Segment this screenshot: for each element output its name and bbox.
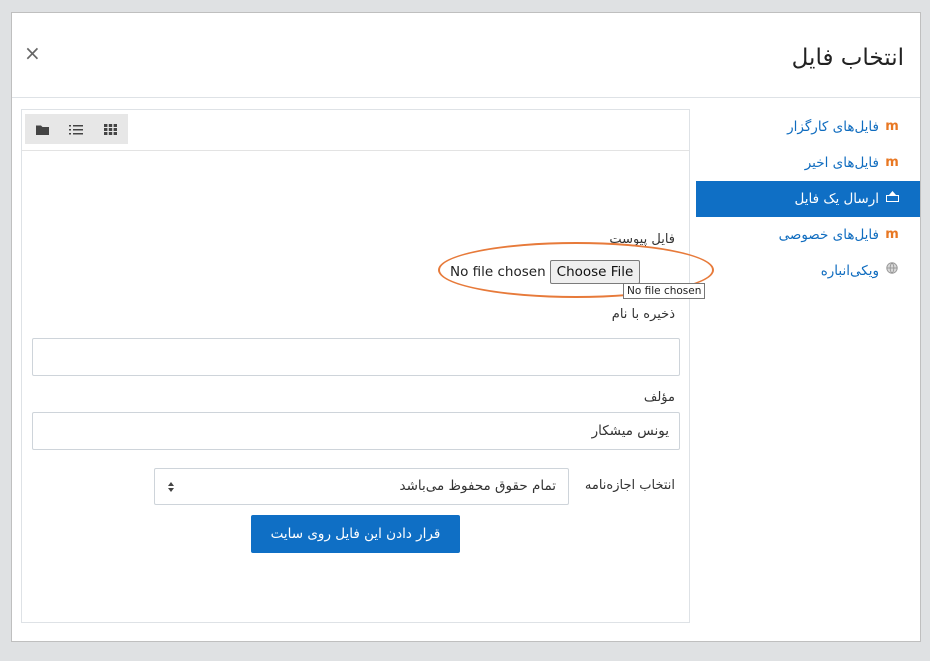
- folder-icon[interactable]: [25, 114, 59, 144]
- close-icon[interactable]: ×: [24, 43, 41, 63]
- repo-recent-files[interactable]: m فایل‌های اخیر: [696, 145, 920, 181]
- author-label: مؤلف: [643, 390, 675, 405]
- repo-label: ارسال یک فایل: [794, 191, 879, 207]
- repo-label: فایل‌های خصوصی: [778, 227, 879, 243]
- moodle-m-icon: m: [885, 119, 899, 134]
- repo-label: فایل‌های اخیر: [804, 155, 879, 171]
- repo-private-files[interactable]: m فایل‌های خصوصی: [696, 217, 920, 253]
- moodle-m-icon: m: [885, 227, 899, 242]
- moodle-m-icon: m: [885, 155, 899, 170]
- repo-server-files[interactable]: m فایل‌های کارگزار: [696, 109, 920, 145]
- save-as-input[interactable]: [32, 338, 680, 376]
- upload-submit-button[interactable]: قرار دادن این فایل روی سایت: [251, 515, 460, 553]
- repo-upload-file[interactable]: ارسال یک فایل: [696, 181, 920, 217]
- author-input[interactable]: یونس میشکار: [32, 412, 680, 450]
- repository-list: m فایل‌های کارگزار m فایل‌های اخیر ارسال ی…: [696, 109, 920, 289]
- grid-icon[interactable]: [94, 114, 128, 144]
- file-picker-dialog: انتخاب فایل × m فایل‌های کارگزار m فایل‌ها…: [11, 12, 921, 642]
- wikimedia-globe-icon: [885, 253, 899, 289]
- view-mode-toolbar: [25, 114, 128, 144]
- file-tooltip: No file chosen: [623, 283, 706, 299]
- dialog-header: انتخاب فایل ×: [12, 13, 920, 98]
- dialog-title: انتخاب فایل: [791, 45, 904, 71]
- license-label: انتخاب اجازه‌نامه: [584, 478, 675, 493]
- select-arrows-icon: [167, 469, 175, 504]
- choose-file-button[interactable]: Choose File: [549, 260, 641, 284]
- license-selected-value: تمام حقوق محفوظ می‌باشد: [399, 478, 556, 494]
- upload-panel: فایل پیوست No file chosen Choose File No…: [21, 109, 714, 623]
- list-icon[interactable]: [59, 114, 93, 144]
- license-select[interactable]: تمام حقوق محفوظ می‌باشد: [154, 468, 569, 505]
- save-as-label: ذخیره با نام: [611, 307, 675, 322]
- attachment-label: فایل پیوست: [609, 232, 675, 247]
- repo-label: فایل‌های کارگزار: [787, 119, 879, 135]
- repo-wikimedia[interactable]: ویکی‌انباره: [696, 253, 920, 289]
- upload-icon: [885, 181, 899, 217]
- repo-label: ویکی‌انباره: [820, 263, 879, 279]
- file-status: No file chosen: [450, 264, 546, 280]
- file-input[interactable]: No file chosen Choose File: [450, 260, 641, 284]
- panel-divider: [22, 150, 689, 151]
